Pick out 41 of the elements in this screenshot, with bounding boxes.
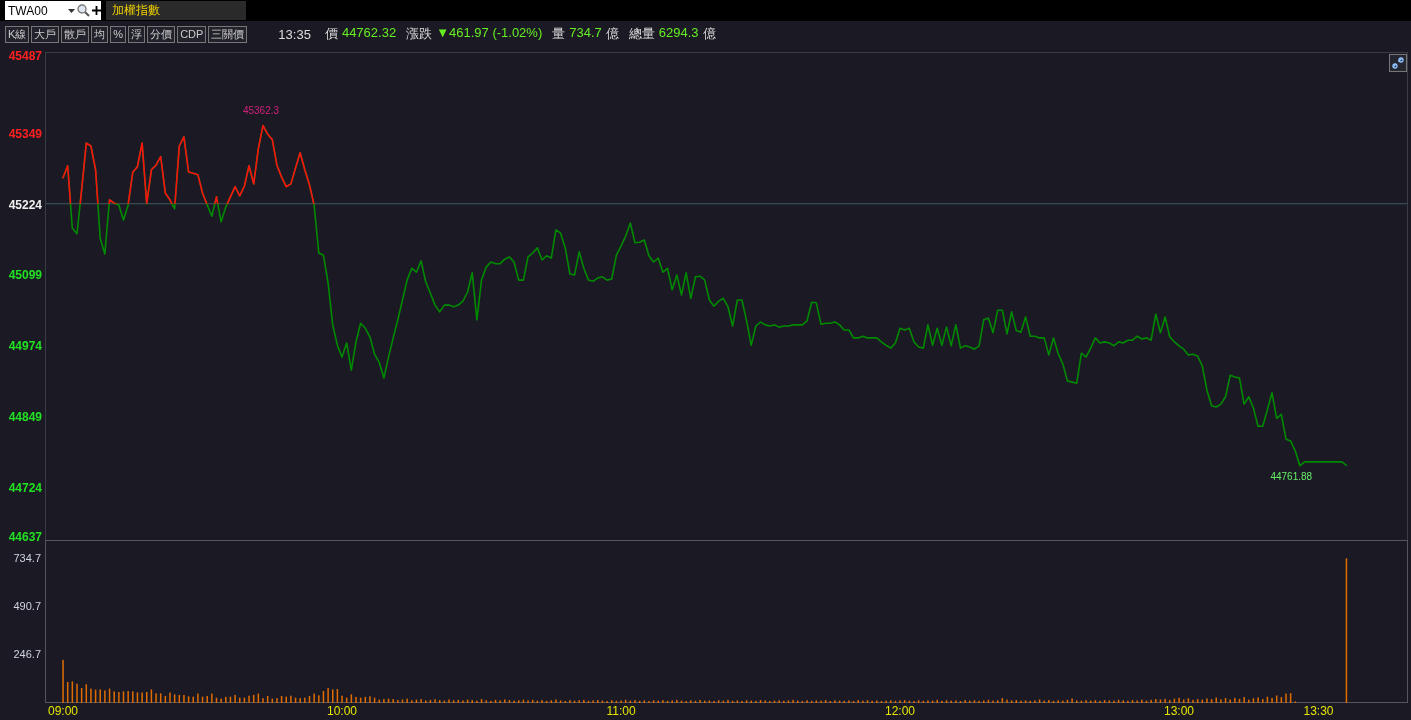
y-axis-label: 44724 [8, 480, 42, 495]
volume-axis-label: 734.7 [13, 552, 41, 565]
time-axis-label: 10:00 [327, 704, 357, 718]
quote-label: 總量 [628, 25, 655, 43]
toolbar-button[interactable]: 三關價 [208, 25, 248, 43]
toolbar-button[interactable]: K線 [5, 25, 30, 43]
y-axis-label: 45099 [8, 268, 42, 283]
toolbar-button[interactable]: % [110, 25, 127, 43]
toolbar-button[interactable]: 浮 [128, 25, 146, 43]
y-axis-label: 45487 [8, 48, 42, 63]
instrument-name: 加權指數 [106, 1, 246, 20]
quote-time: 13:35 [278, 26, 311, 42]
high-price-label: 45362.3 [242, 104, 280, 116]
y-axis-label: 44637 [8, 530, 42, 545]
time-axis-label: 09:00 [48, 704, 78, 718]
symbol-field[interactable]: TWA00 [5, 1, 101, 20]
time-axis-label: 13:30 [1303, 704, 1334, 718]
quote-unit: 億 [702, 25, 716, 43]
y-axis-label: 45224 [8, 197, 42, 212]
quote-value: ▼461.97 (-1.02%) [436, 25, 543, 42]
y-axis-label: 44974 [8, 339, 42, 354]
toolbar-button[interactable]: 分價 [147, 25, 176, 43]
quote-label: 量 [552, 25, 566, 43]
toolbar-button[interactable]: 均 [91, 25, 109, 43]
y-axis-label: 44849 [8, 410, 42, 424]
last-price-label: 44761.88 [1270, 471, 1313, 483]
time-axis-label: 12:00 [885, 704, 915, 718]
time-axis-label: 11:00 [606, 704, 636, 718]
toolbar-button[interactable]: 大戶 [31, 25, 60, 43]
quote-value: 734.7 [569, 25, 602, 42]
quote-value: 44762.32 [341, 25, 397, 42]
volume-axis-label: 490.7 [13, 600, 41, 613]
toolbar-button[interactable]: CDP [177, 25, 207, 43]
time-axis-label: 13:00 [1164, 704, 1194, 718]
quote-unit: 億 [605, 25, 619, 43]
quote-value: 6294.3 [658, 25, 699, 42]
volume-axis-label: 246.7 [13, 648, 41, 661]
toolbar-button[interactable]: 散戶 [61, 25, 90, 43]
quote-label: 漲跌 [406, 25, 433, 43]
quote-label: 價 [324, 25, 338, 43]
y-axis-label: 45349 [8, 126, 42, 141]
